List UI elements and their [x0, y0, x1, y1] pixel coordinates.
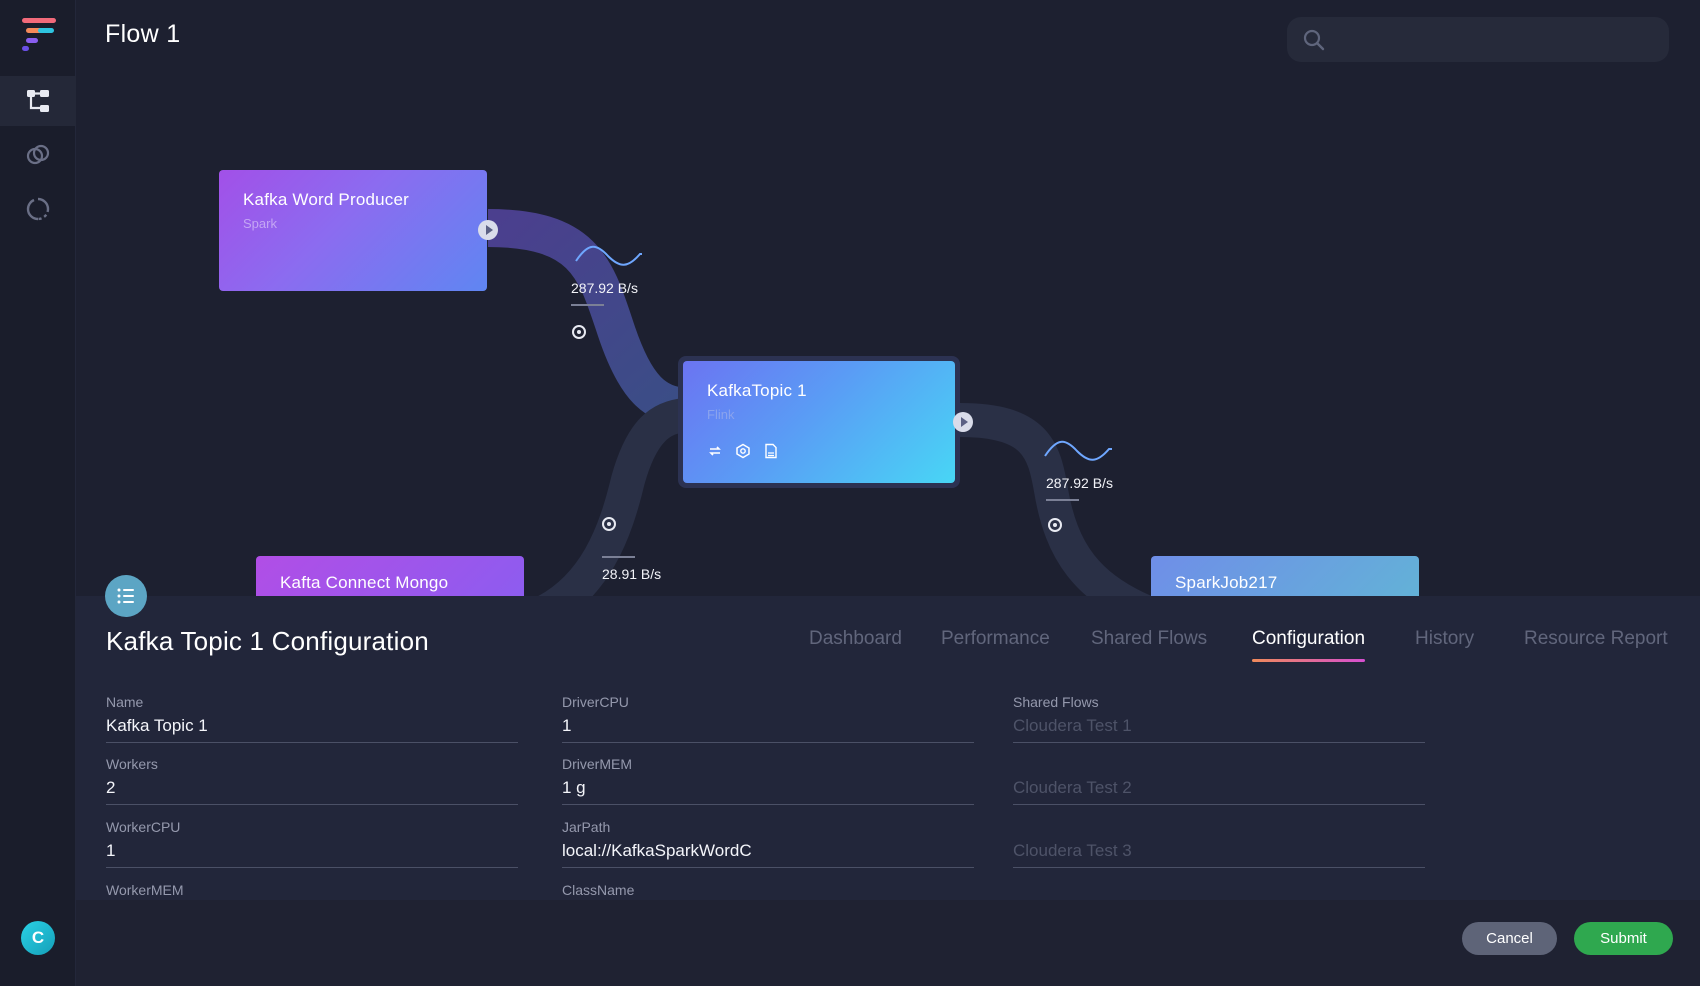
field-shared-flows[interactable]: Shared Flows Cloudera Test 1 [1013, 694, 1425, 743]
field-jar-path[interactable]: JarPath local://KafkaSparkWordC [562, 819, 974, 868]
field-underline [562, 742, 974, 743]
field-underline [562, 867, 974, 868]
node-title: SparkJob217 [1175, 573, 1278, 592]
rate-label: 287.92 B/s [571, 280, 638, 296]
node-kafka-word-producer[interactable]: Kafka Word Producer Spark [219, 170, 487, 291]
field-driver-mem[interactable]: DriverMEM 1 g [562, 756, 974, 805]
field-label: DriverMEM [562, 756, 632, 772]
sidebar-item-sync[interactable] [0, 184, 76, 234]
node-kafta-connect-mongo[interactable]: Kafta Connect Mongo [256, 556, 524, 596]
active-tab-indicator [1252, 659, 1366, 662]
name-input[interactable]: Kafka Topic 1 [106, 716, 518, 737]
connection-topic-spark [959, 403, 1152, 596]
cancel-button[interactable]: Cancel [1462, 922, 1557, 955]
field-label: WorkerMEM [106, 882, 184, 898]
field-underline [106, 742, 518, 743]
shared-flow-input-3[interactable]: Cloudera Test 3 [1013, 841, 1425, 862]
refresh-icon[interactable] [707, 443, 723, 459]
field-label-empty [1013, 819, 1425, 837]
node-sparkjob217[interactable]: SparkJob217 [1151, 556, 1419, 596]
tab-resource-report[interactable]: Resource Report [1524, 628, 1668, 650]
node-subtitle: Spark [243, 216, 277, 231]
field-label: Name [106, 694, 144, 710]
field-label: WorkerCPU [106, 819, 181, 835]
field-underline [106, 867, 518, 868]
node-subtitle: Flink [707, 407, 735, 422]
tab-configuration[interactable]: Configuration [1252, 628, 1366, 662]
rate-label: 28.91 B/s [602, 566, 662, 582]
field-worker-cpu[interactable]: WorkerCPU 1 [106, 819, 518, 868]
page-title: Flow 1 [105, 20, 181, 48]
field-label: Workers [106, 756, 158, 772]
node-title: Kafka Word Producer [243, 190, 410, 209]
sidebar: C [0, 0, 76, 986]
tab-label: Configuration [1252, 628, 1366, 649]
field-label: DriverCPU [562, 694, 629, 710]
search-input[interactable] [1339, 17, 1659, 62]
field-workers[interactable]: Workers 2 [106, 756, 518, 805]
connection-handle[interactable] [572, 325, 586, 339]
driver-mem-input[interactable]: 1 g [562, 778, 974, 799]
flow-icon [27, 90, 49, 112]
panel-tabs: Dashboard Performance Shared Flows Confi… [0, 628, 1700, 668]
field-underline [562, 804, 974, 805]
submit-button[interactable]: Submit [1574, 922, 1673, 955]
settings-hex-icon[interactable] [735, 443, 751, 459]
field-label: JarPath [562, 819, 611, 835]
link-icon [26, 144, 50, 165]
node-kafka-topic-1[interactable]: KafkaTopic 1 Flink [683, 361, 955, 483]
field-underline [1013, 804, 1425, 805]
sidebar-item-links[interactable] [0, 130, 76, 180]
panel-toggle-button[interactable] [105, 575, 147, 617]
app-logo[interactable] [20, 16, 58, 52]
rate-divider [602, 556, 635, 558]
log-icon[interactable] [763, 443, 779, 459]
field-label-empty [1013, 756, 1425, 774]
search-bar[interactable] [1287, 17, 1669, 62]
field-label: ClassName [562, 882, 635, 898]
node-title: KafkaTopic 1 [707, 381, 807, 400]
shared-flow-input-2[interactable]: Cloudera Test 2 [1013, 778, 1425, 799]
rate-divider [571, 304, 604, 306]
field-shared-flow-3[interactable]: Cloudera Test 3 [1013, 819, 1425, 868]
flow-canvas[interactable]: Kafka Word Producer Spark 287.92 B/s Kaf… [76, 70, 1700, 596]
rate-divider [1046, 499, 1079, 501]
rate-label: 287.92 B/s [1046, 475, 1113, 491]
user-avatar[interactable]: C [21, 921, 55, 955]
field-underline [106, 804, 518, 805]
panel-footer [76, 900, 1700, 986]
field-driver-cpu[interactable]: DriverCPU 1 [562, 694, 974, 743]
workers-input[interactable]: 2 [106, 778, 518, 799]
connection-producer-topic [487, 209, 689, 426]
field-class-name[interactable]: ClassName [562, 882, 974, 900]
jar-path-input[interactable]: local://KafkaSparkWordC [562, 841, 974, 862]
flow-connections [487, 209, 1152, 596]
tab-shared-flows[interactable]: Shared Flows [1091, 628, 1207, 650]
driver-cpu-input[interactable]: 1 [562, 716, 974, 737]
connection-handle[interactable] [1048, 518, 1062, 532]
field-shared-flow-2[interactable]: Cloudera Test 2 [1013, 756, 1425, 805]
field-label: Shared Flows [1013, 694, 1099, 710]
search-icon [1303, 29, 1325, 51]
field-worker-mem[interactable]: WorkerMEM [106, 882, 518, 900]
field-name[interactable]: Name Kafka Topic 1 [106, 694, 518, 743]
tab-performance[interactable]: Performance [941, 628, 1050, 650]
sync-icon [26, 197, 50, 221]
node-title: Kafta Connect Mongo [280, 573, 449, 592]
tab-history[interactable]: History [1415, 628, 1474, 650]
worker-cpu-input[interactable]: 1 [106, 841, 518, 862]
shared-flow-input-1[interactable]: Cloudera Test 1 [1013, 716, 1425, 737]
field-underline [1013, 867, 1425, 868]
list-icon [117, 588, 134, 604]
connection-handle[interactable] [602, 517, 616, 531]
field-underline [1013, 742, 1425, 743]
sidebar-item-flows[interactable] [0, 76, 76, 126]
node-toolbar [707, 443, 779, 459]
output-port[interactable] [953, 412, 973, 432]
tab-dashboard[interactable]: Dashboard [809, 628, 902, 650]
output-port[interactable] [478, 220, 498, 240]
